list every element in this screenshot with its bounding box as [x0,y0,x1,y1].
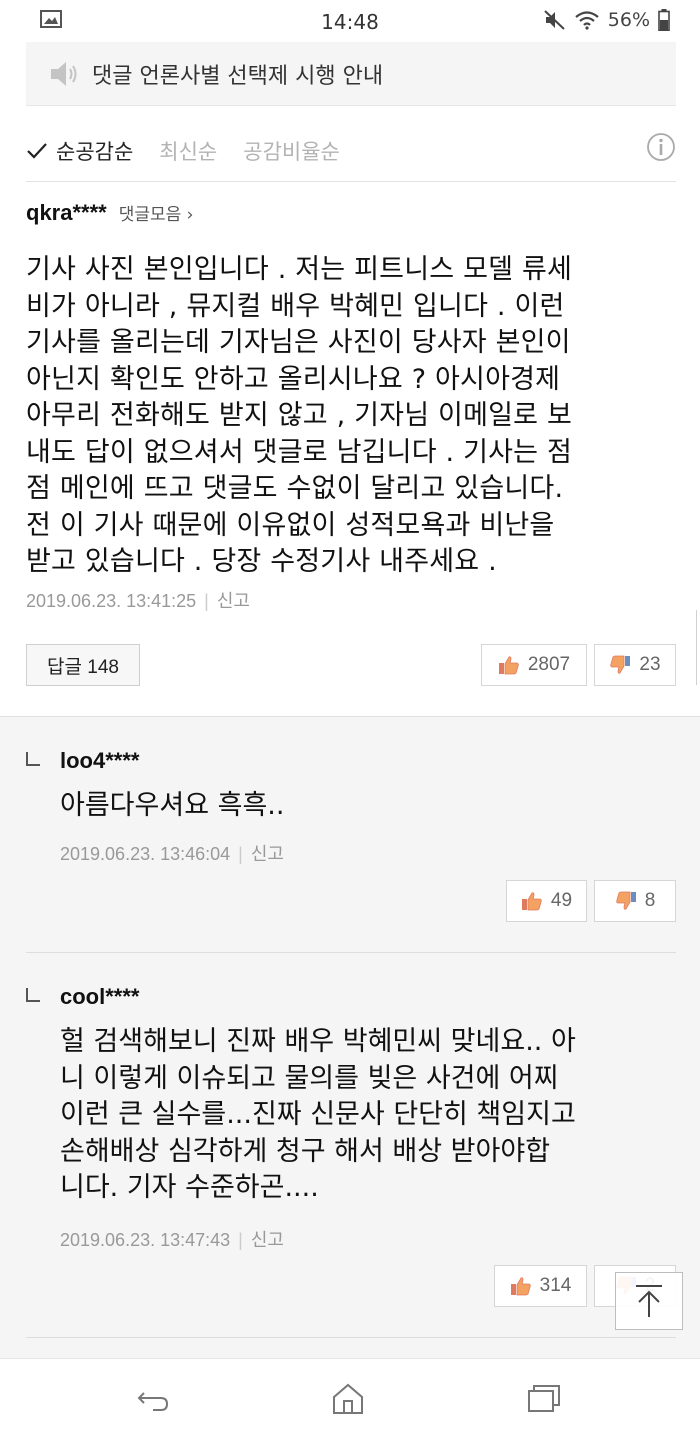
scrollbar[interactable] [696,610,700,685]
battery-icon [658,9,670,31]
dislike-button[interactable]: 8 [594,880,676,922]
comment-username[interactable]: qkra**** [26,200,107,226]
system-nav-bar [0,1358,700,1438]
home-icon[interactable] [330,1381,366,1417]
speaker-icon [51,61,77,86]
thumbs-down-icon [610,655,631,674]
comment-timestamp: 2019.06.23. 13:41:25 [26,590,197,611]
sort-option-ratio[interactable]: 공감비율순 [243,136,340,166]
info-icon[interactable] [646,132,676,162]
divider [26,1337,676,1338]
report-link[interactable]: 신고 [251,1230,284,1250]
status-bar: 14:48 56% [0,0,700,42]
report-link[interactable]: 신고 [217,591,250,611]
divider [26,952,676,953]
arrow-up-icon [636,1285,662,1317]
mute-icon [544,10,565,30]
dislike-button[interactable]: 23 [594,644,676,686]
comment-body: 기사 사진 본인입니다 . 저는 피트니스 모델 류세 비가 아니라 , 뮤지컬… [26,254,573,577]
like-button[interactable]: 314 [494,1265,587,1307]
thumbs-up-icon [521,892,542,911]
reply-meta: 2019.06.23. 13:46:04 | 신고 [60,844,284,864]
reply-meta: 2019.06.23. 13:47:43 | 신고 [60,1230,284,1250]
thumbs-up-icon [510,1277,531,1296]
like-button[interactable]: 49 [506,880,587,922]
thumbs-down-icon [615,891,636,910]
sort-bar: 순공감순 최신순 공감비율순 [26,120,676,182]
like-button[interactable]: 2807 [481,644,587,686]
reply-timestamp: 2019.06.23. 13:46:04 [60,844,231,864]
notice-text: 댓글 언론사별 선택제 시행 안내 [92,63,384,89]
comment-collection-link[interactable]: 댓글모음 › [119,200,194,225]
thumbs-up-icon [498,656,519,675]
recent-apps-icon[interactable] [526,1381,562,1417]
reply-item: cool**** 헐 검색해보니 진짜 배우 박혜민씨 맞네요.. 아 니 이렇… [26,984,676,1284]
sort-option-recommend[interactable]: 순공감순 [26,136,133,166]
check-icon [27,142,47,159]
reply-username[interactable]: cool**** [60,984,139,1010]
reply-indicator-icon [26,988,40,1002]
sort-option-latest[interactable]: 최신순 [159,136,217,166]
reply-body: 아름다우셔요 흑흑.. [60,790,285,821]
back-icon[interactable] [135,1381,171,1417]
scroll-to-top-button[interactable] [615,1272,683,1330]
reply-indicator-icon [26,752,40,766]
reply-username[interactable]: loo4**** [60,748,139,774]
comment-meta: 2019.06.23. 13:41:25 | 신고 [26,590,250,611]
wifi-icon [575,11,599,30]
reply-timestamp: 2019.06.23. 13:47:43 [60,1230,231,1250]
notice-banner[interactable]: 댓글 언론사별 선택제 시행 안내 [26,42,676,106]
reply-count-button[interactable]: 답글 148 [26,644,140,686]
battery-percent: 56% [607,9,650,31]
report-link[interactable]: 신고 [251,844,284,864]
reply-body: 헐 검색해보니 진짜 배우 박혜민씨 맞네요.. 아 니 이렇게 이슈되고 물의… [60,1026,576,1203]
comment: qkra**** 댓글모음 › 기사 사진 본인입니다 . 저는 피트니스 모델… [26,200,676,613]
